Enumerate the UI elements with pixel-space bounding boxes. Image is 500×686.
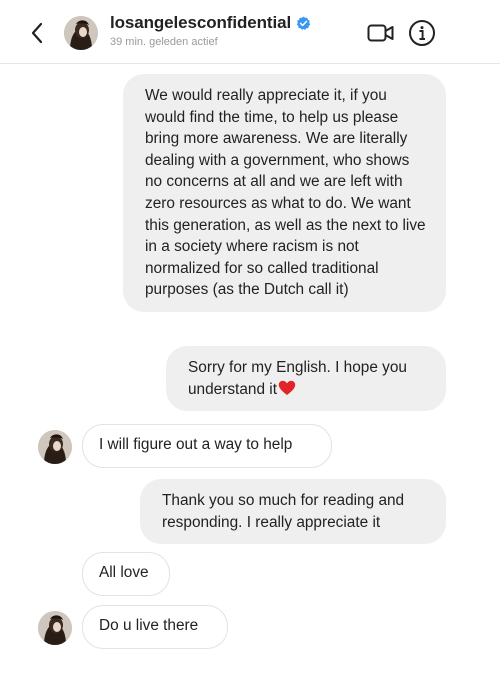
message-bubble-outgoing[interactable]: Thank you so much for reading and respon… bbox=[140, 479, 446, 545]
message-bubble-outgoing[interactable]: Sorry for my English. I hope you underst… bbox=[166, 346, 446, 412]
message-bubble-incoming[interactable]: I will figure out a way to help bbox=[82, 424, 332, 468]
username: losangelesconfidential bbox=[110, 13, 292, 32]
back-arrow-icon bbox=[31, 22, 43, 44]
activity-status: 39 min. geleden actief bbox=[110, 36, 218, 48]
message-text: Do u live there bbox=[99, 617, 199, 634]
red-heart-icon bbox=[278, 380, 296, 395]
message-text: I will figure out a way to help bbox=[99, 436, 293, 453]
message-bubble-incoming[interactable]: All love bbox=[82, 552, 170, 596]
message-text: All love bbox=[99, 564, 149, 581]
info-button[interactable] bbox=[407, 18, 437, 48]
video-call-icon bbox=[367, 24, 394, 42]
sender-avatar[interactable] bbox=[38, 430, 72, 464]
message-text: Sorry for my English. I hope you underst… bbox=[188, 359, 407, 398]
message-bubble-outgoing[interactable]: We would really appreciate it, if you wo… bbox=[123, 74, 446, 312]
back-button[interactable] bbox=[26, 18, 48, 48]
header-title[interactable]: losangelesconfidential 39 min. geleden a… bbox=[110, 11, 370, 48]
chat-header: losangelesconfidential 39 min. geleden a… bbox=[0, 0, 500, 64]
sender-avatar[interactable] bbox=[38, 611, 72, 645]
message-bubble-incoming[interactable]: Do u live there bbox=[82, 605, 228, 649]
message-text: Thank you so much for reading and respon… bbox=[162, 492, 405, 531]
video-call-button[interactable] bbox=[366, 20, 396, 46]
info-icon bbox=[409, 20, 435, 46]
dm-thread-screen: losangelesconfidential 39 min. geleden a… bbox=[0, 0, 500, 686]
message-text: We would really appreciate it, if you wo… bbox=[145, 87, 426, 299]
verified-badge-icon bbox=[296, 16, 311, 31]
profile-avatar[interactable] bbox=[64, 16, 98, 50]
